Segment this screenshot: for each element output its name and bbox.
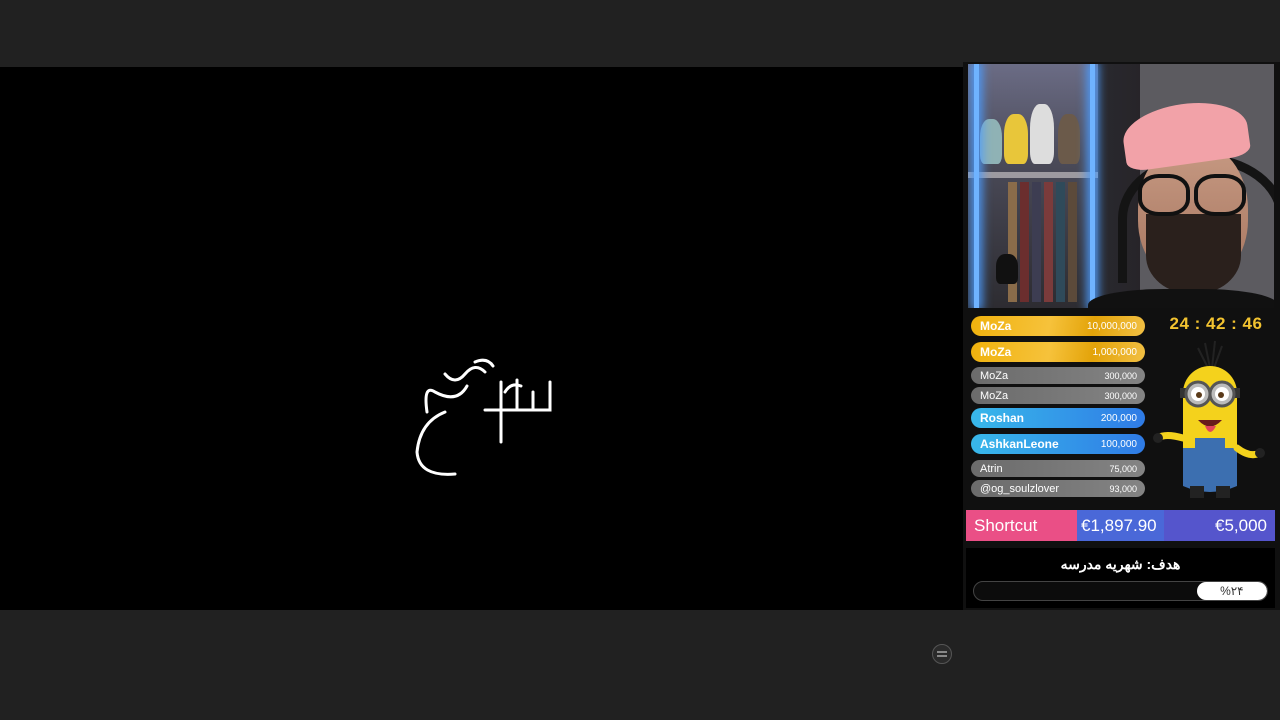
donation-goal-bar: Shortcut €1,897.90 €5,000 (966, 510, 1275, 541)
school-goal-progress-track: %۲۴ (973, 581, 1268, 601)
donor-amount: 100,000 (1100, 438, 1137, 450)
calligraphy-image (415, 358, 552, 476)
stream-video-area[interactable] (0, 67, 963, 664)
donor-row: MoZa 1,000,000 (971, 342, 1145, 362)
school-goal-progress-text: %۲۴ (1220, 584, 1244, 598)
donor-amount: 75,000 (1109, 463, 1137, 474)
donor-amount: 93,000 (1109, 483, 1137, 494)
donor-name: AshkanLeone (980, 437, 1059, 451)
donor-row: Roshan 200,000 (971, 408, 1145, 428)
school-goal-title: هدف: شهریه مدرسه (1060, 556, 1181, 572)
donor-name: MoZa (980, 345, 1012, 359)
donor-name: Roshan (980, 411, 1025, 425)
minion-mascot-icon (1153, 340, 1265, 498)
goal-label: Shortcut (966, 510, 1077, 541)
donor-name: MoZa (980, 319, 1012, 333)
donor-name: @og_soulzlover (980, 482, 1060, 495)
donor-amount: 300,000 (1104, 390, 1137, 401)
donor-name: MoZa (980, 389, 1009, 402)
goal-target: €5,000 (1164, 510, 1275, 541)
school-fee-goal: هدف: شهریه مدرسه %۲۴ (966, 548, 1275, 608)
donor-name: Atrin (980, 462, 1003, 475)
donor-row: @og_soulzlover 93,000 (971, 480, 1145, 497)
donor-amount: 1,000,000 (1092, 346, 1138, 358)
shelf-background (968, 64, 1098, 308)
donor-row: Atrin 75,000 (971, 460, 1145, 477)
webcam-feed (968, 64, 1274, 308)
donor-row: AshkanLeone 100,000 (971, 434, 1145, 454)
stream-timer: 24 : 42 : 46 (1169, 314, 1263, 333)
channel-watermark-icon (932, 644, 952, 664)
donor-row: MoZa 10,000,000 (971, 316, 1145, 336)
school-goal-progress-fill: %۲۴ (1196, 582, 1267, 600)
donor-row: MoZa 300,000 (971, 387, 1145, 404)
donor-amount: 200,000 (1100, 412, 1137, 424)
donor-amount: 10,000,000 (1086, 320, 1137, 332)
donor-amount: 300,000 (1104, 370, 1137, 381)
goal-current: €1,897.90 (1077, 510, 1164, 541)
donor-row: MoZa 300,000 (971, 367, 1145, 384)
donor-name: MoZa (980, 369, 1009, 382)
